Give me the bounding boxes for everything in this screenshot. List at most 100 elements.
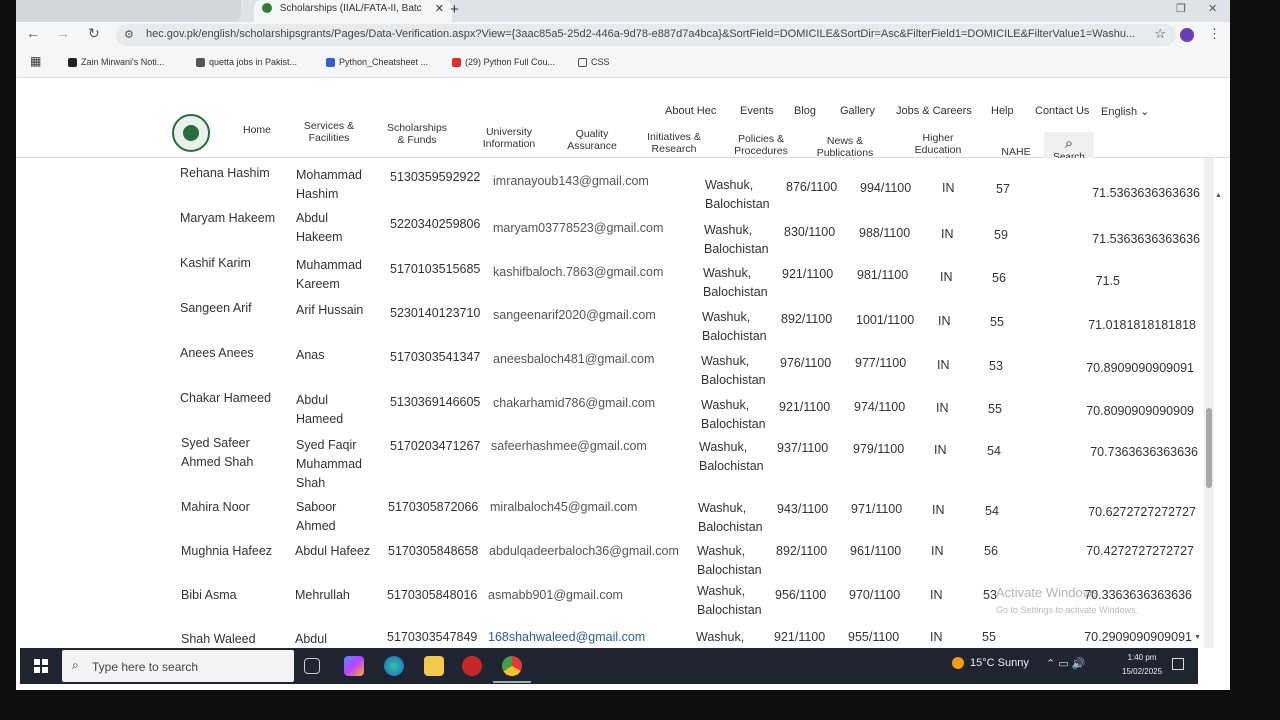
cell-domicile: Washuk, Balochistan bbox=[697, 544, 762, 577]
top-link-about[interactable]: About Hec bbox=[665, 105, 716, 117]
bookmark-2[interactable]: quetta jobs in Pakist... bbox=[196, 57, 297, 68]
cell-age: 56 bbox=[984, 544, 998, 558]
new-tab-icon[interactable]: + bbox=[450, 0, 459, 20]
forward-icon[interactable]: → bbox=[56, 25, 70, 41]
nav-initiatives[interactable]: Initiatives & Research bbox=[640, 131, 708, 155]
cell-name: Sangeen Arif bbox=[180, 301, 252, 315]
restore-icon[interactable]: ❐ bbox=[1176, 2, 1186, 15]
address-bar[interactable]: ⚙ hec.gov.pk/english/scholarshipsgrants/… bbox=[116, 24, 1176, 46]
top-link-blog[interactable]: Blog bbox=[794, 105, 816, 117]
cell-domicile: Washuk, Balochistan bbox=[698, 501, 763, 534]
scroll-down-icon[interactable]: ▼ bbox=[1194, 634, 1201, 641]
tab-inactive[interactable] bbox=[16, 0, 241, 22]
cell-cnic: 5170103515685 bbox=[390, 262, 481, 276]
cell-domicile: Washuk, bbox=[696, 630, 745, 644]
clock[interactable]: 1:40 pm 15/02/2025 bbox=[1122, 651, 1162, 679]
cell-age: 55 bbox=[990, 315, 1004, 329]
data-table: Rehana Hashim Mohammad Hashim 5130359592… bbox=[16, 158, 1230, 648]
nav-news[interactable]: News & Publications bbox=[812, 135, 878, 159]
weather-widget[interactable]: 15°C Sunny bbox=[952, 657, 1029, 670]
cell-father: Mehrullah bbox=[295, 588, 350, 602]
cell-marks-2: 970/1100 bbox=[849, 588, 901, 602]
edge-icon[interactable] bbox=[384, 656, 404, 676]
app-t-icon[interactable] bbox=[462, 656, 482, 676]
cell-domicile: Washuk, Balochistan bbox=[697, 584, 762, 617]
cell-father: Muhammad Kareem bbox=[296, 258, 362, 291]
apps-grid-icon[interactable]: ▦ bbox=[30, 54, 41, 68]
tab-active[interactable]: Scholarships (IIAL/FATA-II, Batc ✕ bbox=[254, 0, 452, 22]
top-link-gallery[interactable]: Gallery bbox=[840, 105, 875, 117]
taskbar-search[interactable]: ⌕ Type here to search bbox=[62, 650, 294, 682]
task-view-icon[interactable] bbox=[304, 658, 320, 674]
top-link-contact[interactable]: Contact Us bbox=[1035, 105, 1089, 117]
nav-services[interactable]: Services & Facilities bbox=[296, 120, 362, 144]
cell-name: Shah Waleed bbox=[181, 632, 256, 646]
bookmarks-bar: ▦ Zain Mirwani's Noti... quetta jobs in … bbox=[16, 48, 1230, 78]
browser-window: Scholarships (IIAL/FATA-II, Batc ✕ + ❐ ✕… bbox=[16, 0, 1230, 690]
cell-score: 71.5363636363636 bbox=[1092, 232, 1200, 246]
cell-score: 71.5 bbox=[1095, 274, 1120, 288]
hec-logo[interactable] bbox=[172, 114, 210, 152]
bookmark-1[interactable]: Zain Mirwani's Noti... bbox=[68, 57, 164, 68]
file-explorer-icon[interactable] bbox=[424, 656, 444, 676]
cell-age: 59 bbox=[994, 228, 1008, 242]
scrollbar-thumb[interactable] bbox=[1206, 408, 1212, 488]
cell-in: IN bbox=[931, 544, 944, 558]
windows-start-icon[interactable] bbox=[34, 659, 48, 673]
cell-in: IN bbox=[932, 503, 945, 517]
cell-age: 54 bbox=[985, 504, 999, 518]
cell-domicile: Washuk, Balochistan bbox=[699, 440, 764, 473]
nav-university[interactable]: University Information bbox=[474, 126, 544, 150]
cell-marks-1: 921/1100 bbox=[782, 267, 834, 281]
nav-scholarships[interactable]: Scholarships & Funds bbox=[380, 122, 454, 146]
cell-marks-1: 921/1100 bbox=[774, 630, 826, 644]
chrome-icon[interactable] bbox=[502, 656, 522, 676]
cell-cnic: 5130359592922 bbox=[390, 170, 481, 184]
top-link-jobs[interactable]: Jobs & Careers bbox=[896, 105, 972, 117]
cheatsheet-icon bbox=[326, 58, 335, 68]
cell-age: 57 bbox=[996, 182, 1010, 196]
cell-name: Kashif Karim bbox=[180, 256, 251, 270]
top-link-events[interactable]: Events bbox=[740, 105, 774, 117]
notifications-icon[interactable] bbox=[1172, 658, 1184, 670]
cell-name: Maryam Hakeem bbox=[180, 211, 276, 225]
page-scrollbar[interactable] bbox=[1204, 158, 1214, 648]
browser-menu-icon[interactable]: ⋮ bbox=[1208, 26, 1221, 42]
activate-windows-title: Activate Windows bbox=[996, 585, 1099, 600]
cell-domicile: Washuk, Balochistan bbox=[702, 310, 767, 343]
nav-policies[interactable]: Policies & Procedures bbox=[728, 133, 794, 157]
scroll-up-icon[interactable]: ▲ bbox=[1215, 192, 1222, 199]
profile-avatar-icon[interactable] bbox=[1180, 28, 1194, 42]
nav-quality[interactable]: Quality Assurance bbox=[560, 128, 624, 152]
cell-marks-2: 971/1100 bbox=[851, 502, 903, 516]
close-icon[interactable]: ✕ bbox=[435, 0, 444, 18]
reload-icon[interactable]: ↻ bbox=[88, 25, 100, 42]
active-app-indicator bbox=[493, 681, 531, 683]
url-text[interactable]: hec.gov.pk/english/scholarshipsgrants/Pa… bbox=[146, 28, 1136, 40]
language-select[interactable]: English ⌄ bbox=[1101, 105, 1149, 118]
top-link-help[interactable]: Help bbox=[991, 105, 1014, 117]
cell-father: Abdul Hafeez bbox=[295, 544, 371, 558]
cell-marks-2: 981/1100 bbox=[857, 268, 909, 282]
bookmark-folder-css[interactable]: CSS bbox=[578, 57, 610, 68]
cell-marks-1: 892/1100 bbox=[781, 312, 833, 326]
cell-age: 54 bbox=[987, 444, 1001, 458]
cell-in: IN bbox=[937, 358, 950, 372]
cell-age: 53 bbox=[989, 359, 1003, 373]
cell-email: chakarhamid786@gmail.com bbox=[493, 396, 656, 410]
bookmark-4[interactable]: (29) Python Full Cou... bbox=[452, 57, 555, 68]
bookmark-star-icon[interactable]: ☆ bbox=[1154, 26, 1166, 42]
system-tray-icons[interactable]: ⌃ ▭ 🔊 bbox=[1046, 657, 1085, 670]
cell-marks-1: 876/1100 bbox=[786, 180, 838, 194]
cell-father: Syed Faqir Muhammad Shah bbox=[296, 438, 362, 490]
site-info-icon[interactable]: ⚙ bbox=[124, 28, 134, 41]
cell-email: kashifbaloch.7863@gmail.com bbox=[493, 265, 664, 279]
nav-nahe[interactable]: NAHE bbox=[996, 146, 1036, 158]
windows-taskbar: ⌕ Type here to search 15°C Sunny ⌃ ▭ 🔊 1… bbox=[20, 648, 1198, 684]
copilot-icon[interactable] bbox=[344, 656, 364, 676]
cell-name: Mahira Noor bbox=[181, 500, 250, 514]
bookmark-3[interactable]: Python_Cheatsheet ... bbox=[326, 57, 428, 68]
window-close-icon[interactable]: ✕ bbox=[1208, 2, 1217, 15]
back-icon[interactable]: ← bbox=[26, 25, 40, 41]
nav-home[interactable]: Home bbox=[240, 124, 274, 136]
